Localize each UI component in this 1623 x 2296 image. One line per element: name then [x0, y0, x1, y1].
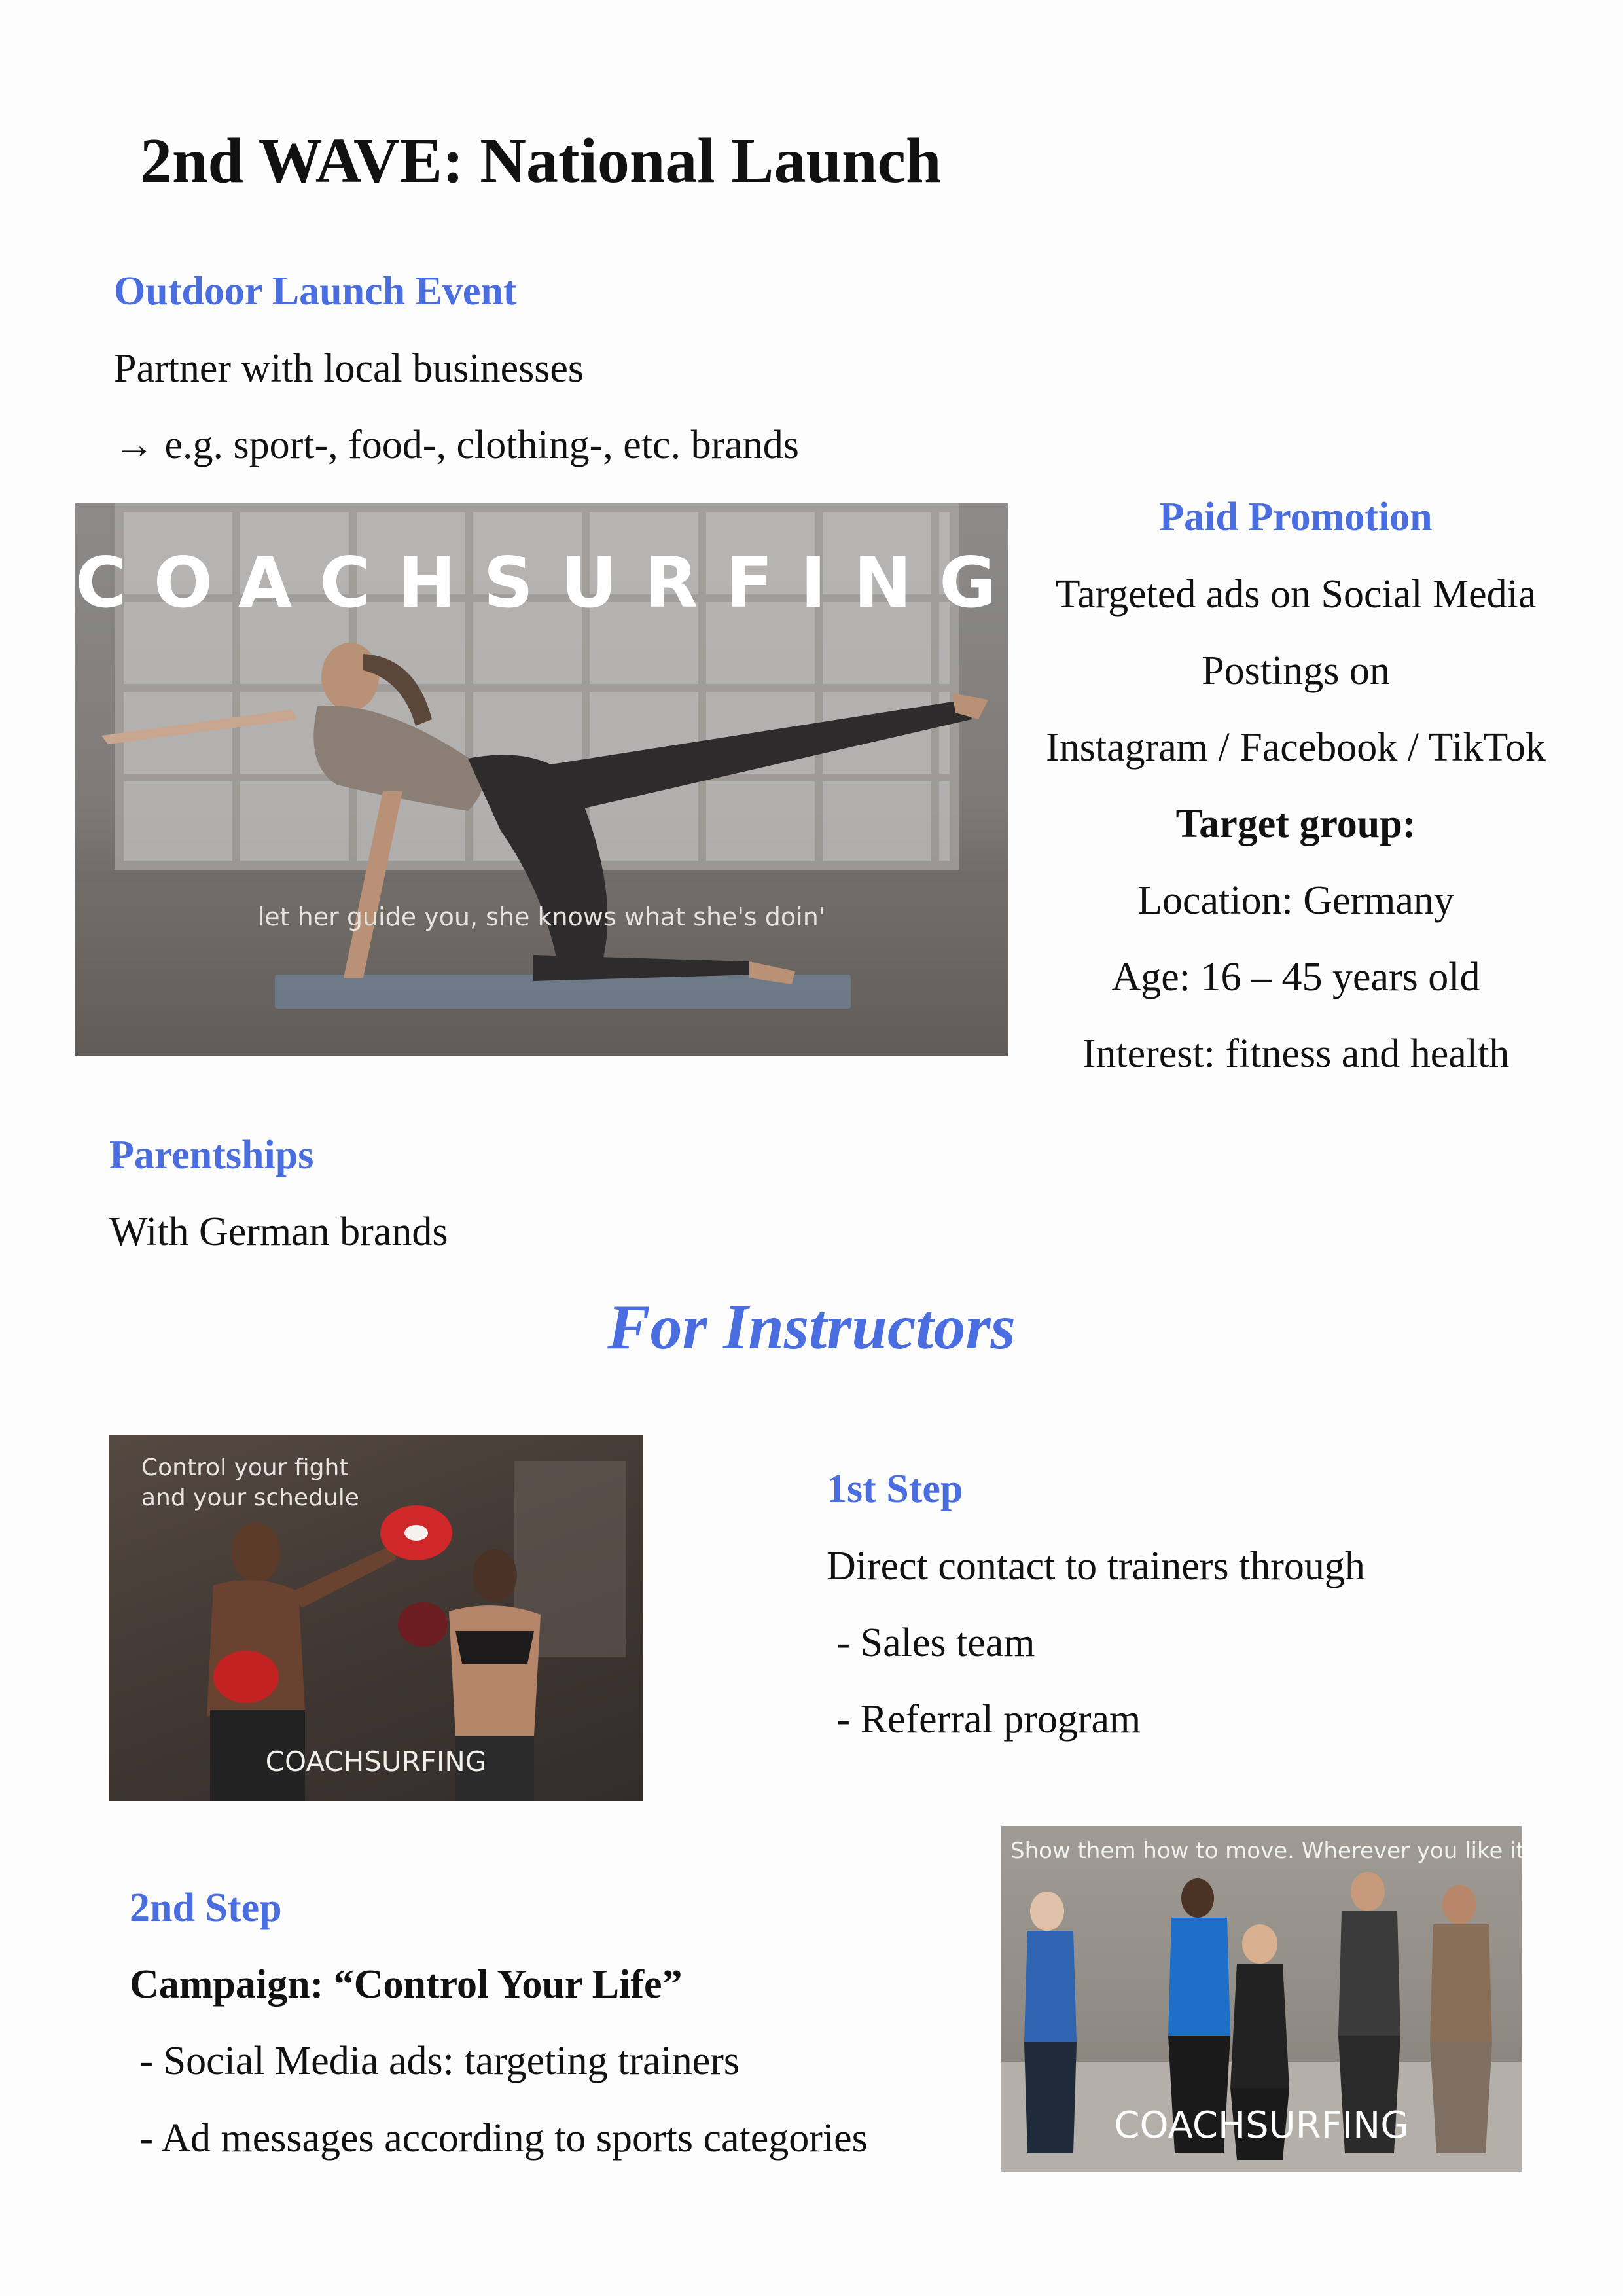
parentships-text: With German brands [109, 1210, 448, 1254]
target-group-heading: Target group: [1175, 802, 1416, 846]
step1-heading: 1st Step [827, 1467, 963, 1511]
target-location: Location: Germany [1137, 878, 1454, 923]
step2-campaign: Campaign: “Control Your Life” [130, 1962, 683, 2007]
outdoor-line1: Partner with local businesses [114, 346, 584, 391]
paid-line1: Targeted ads on Social Media [1055, 572, 1537, 617]
boxing-tagline: Control your fight and your schedule [141, 1453, 359, 1513]
dance-image-brand: COACHSURFING [1114, 2104, 1409, 2147]
dance-tagline: Show them how to move. Wherever you like… [1010, 1838, 1522, 1864]
step2-item-social: - Social Media ads: targeting trainers [130, 2039, 740, 2083]
page-title: 2nd WAVE: National Launch [140, 126, 942, 196]
instructors-heading: For Instructors [607, 1292, 1016, 1363]
paid-heading: Paid Promotion [1159, 495, 1433, 539]
step1-item-sales: - Sales team [827, 1621, 1035, 1665]
dance-promo-image: Show them how to move. Wherever you like… [1001, 1826, 1522, 2172]
step1-line1: Direct contact to trainers through [827, 1544, 1365, 1588]
target-age: Age: 16 – 45 years old [1111, 955, 1480, 999]
outdoor-heading: Outdoor Launch Event [114, 269, 517, 314]
step1-item-referral: - Referral program [827, 1697, 1141, 1742]
boxing-tagline-line2: and your schedule [141, 1484, 359, 1511]
target-interest: Interest: fitness and health [1082, 1031, 1510, 1076]
parentships-heading: Parentships [109, 1133, 314, 1177]
boxing-tagline-line1: Control your fight [141, 1454, 349, 1481]
step2-heading: 2nd Step [130, 1886, 282, 1930]
boxing-image-brand: COACHSURFING [265, 1746, 487, 1778]
paid-line3: Instagram / Facebook / TikTok [1046, 725, 1546, 770]
outdoor-line2: → e.g. sport-, food-, clothing-, etc. br… [114, 423, 799, 467]
step2-item-messages: - Ad messages according to sports catego… [130, 2116, 868, 2161]
paid-line2: Postings on [1202, 649, 1390, 693]
yoga-image-tagline: let her guide you, she knows what she's … [257, 903, 826, 931]
yoga-promo-image: COACHSURFING let her guide you, she know… [75, 503, 1008, 1056]
yoga-image-brand: COACHSURFING [75, 543, 1008, 623]
boxing-promo-image: Control your fight and your schedule COA… [109, 1435, 643, 1801]
